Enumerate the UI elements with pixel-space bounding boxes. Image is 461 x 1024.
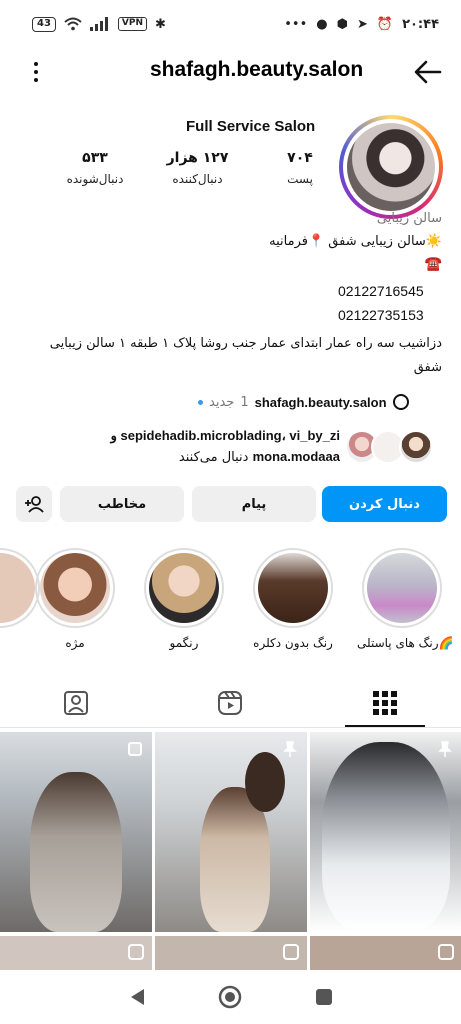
content-tabs xyxy=(0,680,461,728)
message-button[interactable]: پیام xyxy=(192,486,316,522)
options-menu-icon[interactable] xyxy=(26,58,46,86)
battery-indicator: 43 xyxy=(32,16,56,32)
highlight-item[interactable]: رنگ های پاستلی🌈 xyxy=(357,548,454,650)
back-arrow-icon[interactable] xyxy=(410,54,446,90)
app-notification-icon: ⬢ xyxy=(336,16,348,32)
reels-icon xyxy=(218,691,242,715)
tab-posts-grid[interactable] xyxy=(355,680,415,726)
stat-posts[interactable]: ۷۰۴ پست xyxy=(265,150,335,186)
multi-post-icon xyxy=(128,742,142,756)
highlight-cover xyxy=(367,553,437,623)
status-bar: 43 VPN ✱ ••• ● ⬢ ➤ ⏰ ۲۰:۴۴ xyxy=(0,0,461,48)
highlight-item[interactable]: رنگمو xyxy=(139,548,229,650)
reel-icon xyxy=(128,944,144,960)
post-thumbnail[interactable] xyxy=(310,732,461,932)
bio-address: دزاشیب سه راه عمار ابتدای عمار جنب روشا … xyxy=(49,336,442,375)
mutual-avatar xyxy=(399,430,433,464)
threads-icon xyxy=(392,394,409,410)
highlight-partial[interactable] xyxy=(0,548,40,628)
threads-username: shafagh.beauty.salon xyxy=(254,394,387,410)
threads-link[interactable]: جدید 1 shafagh.beauty.salon xyxy=(198,394,409,410)
back-triangle-icon xyxy=(130,989,144,1005)
signal-icon xyxy=(89,17,108,31)
more-notifications-icon: ••• xyxy=(284,16,308,32)
add-person-icon xyxy=(25,496,44,513)
alarm-icon: ⏰ xyxy=(376,16,394,32)
highlight-item[interactable]: مژه xyxy=(30,548,120,650)
post-thumbnail[interactable] xyxy=(155,936,307,970)
stat-followers-number: ۱۲۷ هزار xyxy=(166,150,229,166)
post-thumbnail[interactable] xyxy=(155,732,307,932)
reel-icon xyxy=(283,944,299,960)
tab-reels[interactable] xyxy=(200,680,260,726)
tagged-icon xyxy=(64,691,88,715)
clock: ۲۰:۴۴ xyxy=(402,16,439,32)
mutual-suffix: دنبال می‌کنند xyxy=(178,450,249,465)
highlight-cover xyxy=(149,553,219,623)
stat-followers-label: دنبال‌کننده xyxy=(172,172,223,186)
nav-home-button[interactable] xyxy=(218,985,242,1009)
highlight-cover xyxy=(258,553,328,623)
bluetooth-icon: ✱ xyxy=(155,16,166,32)
threads-new-count: 1 xyxy=(240,394,249,410)
telegram-icon: ➤ xyxy=(356,16,368,32)
mutual-avatars[interactable] xyxy=(345,430,437,466)
action-buttons: مخاطب پیام دنبال کردن xyxy=(16,486,447,522)
profile-full-name: Full Service Salon xyxy=(186,118,316,135)
profile-avatar[interactable] xyxy=(339,115,443,219)
threads-new-label: جدید xyxy=(209,394,235,410)
highlight-label: رنگ های پاستلی🌈 xyxy=(357,636,454,650)
profile-stats: ۷۰۴ پست ۱۲۷ هزار دنبال‌کننده ۵۳۳ دنبال‌ش… xyxy=(60,150,335,186)
nav-recents-button[interactable] xyxy=(312,985,336,1009)
phone-number-1[interactable]: 02122716545 xyxy=(338,283,424,299)
recents-square-icon xyxy=(316,989,333,1005)
highlight-item[interactable]: رنگ بدون دکلره xyxy=(248,548,338,650)
mutual-followers[interactable]: sepidehadib.microblading، vi_by_zi و mon… xyxy=(30,426,340,468)
post-thumbnail[interactable] xyxy=(310,936,461,970)
system-nav-bar xyxy=(0,970,461,1024)
grid-icon xyxy=(373,691,397,715)
stat-following-label: دنبال‌شونده xyxy=(66,172,124,186)
stat-posts-label: پست xyxy=(287,172,313,186)
tab-tagged[interactable] xyxy=(46,680,106,726)
pin-icon xyxy=(283,741,297,757)
mutual-last-user: mona.modaaa xyxy=(252,449,340,464)
highlight-label: رنگ بدون دکلره xyxy=(253,636,333,650)
chat-bubble-icon: ● xyxy=(316,16,328,32)
active-tab-indicator xyxy=(345,725,425,727)
telephone-icon: ☎️ xyxy=(424,256,442,272)
profile-category: سالن زیبایی xyxy=(376,211,442,226)
suggest-people-button[interactable] xyxy=(16,486,52,522)
reel-icon xyxy=(438,944,454,960)
stat-following-number: ۵۳۳ xyxy=(82,150,108,166)
profile-username: shafagh.beauty.salon xyxy=(150,58,364,81)
highlight-label: مژه xyxy=(65,636,85,650)
highlight-label: رنگمو xyxy=(169,636,199,650)
post-thumbnail[interactable] xyxy=(0,732,152,932)
highlight-cover xyxy=(40,553,110,623)
phone-number-2[interactable]: 02122735153 xyxy=(338,307,424,323)
nav-back-button[interactable] xyxy=(125,985,149,1009)
avatar-photo xyxy=(347,123,435,211)
stat-followers[interactable]: ۱۲۷ هزار دنبال‌کننده xyxy=(163,150,233,186)
status-left: 43 VPN ✱ xyxy=(32,16,166,32)
posts-grid xyxy=(0,732,461,970)
wifi-icon xyxy=(64,17,82,31)
stat-posts-number: ۷۰۴ xyxy=(287,150,313,166)
follow-button[interactable]: دنبال کردن xyxy=(322,486,447,522)
stat-following[interactable]: ۵۳۳ دنبال‌شونده xyxy=(60,150,130,186)
post-thumbnail[interactable] xyxy=(0,936,152,970)
contact-button[interactable]: مخاطب xyxy=(60,486,184,522)
profile-header: shafagh.beauty.salon xyxy=(0,52,461,92)
bio-line: ☀️سالن زیبایی شفق 📍فرمانیه xyxy=(269,234,442,249)
status-right: ••• ● ⬢ ➤ ⏰ ۲۰:۴۴ xyxy=(284,17,439,32)
vpn-indicator: VPN xyxy=(117,17,148,31)
home-circle-icon xyxy=(219,985,242,1009)
mutual-users: sepidehadib.microblading، vi_by_zi و xyxy=(110,428,340,443)
pin-icon xyxy=(438,741,452,757)
new-dot-icon xyxy=(198,399,203,405)
story-highlights: مژه رنگمو رنگ بدون دکلره رنگ های پاستلی🌈 xyxy=(0,548,461,658)
